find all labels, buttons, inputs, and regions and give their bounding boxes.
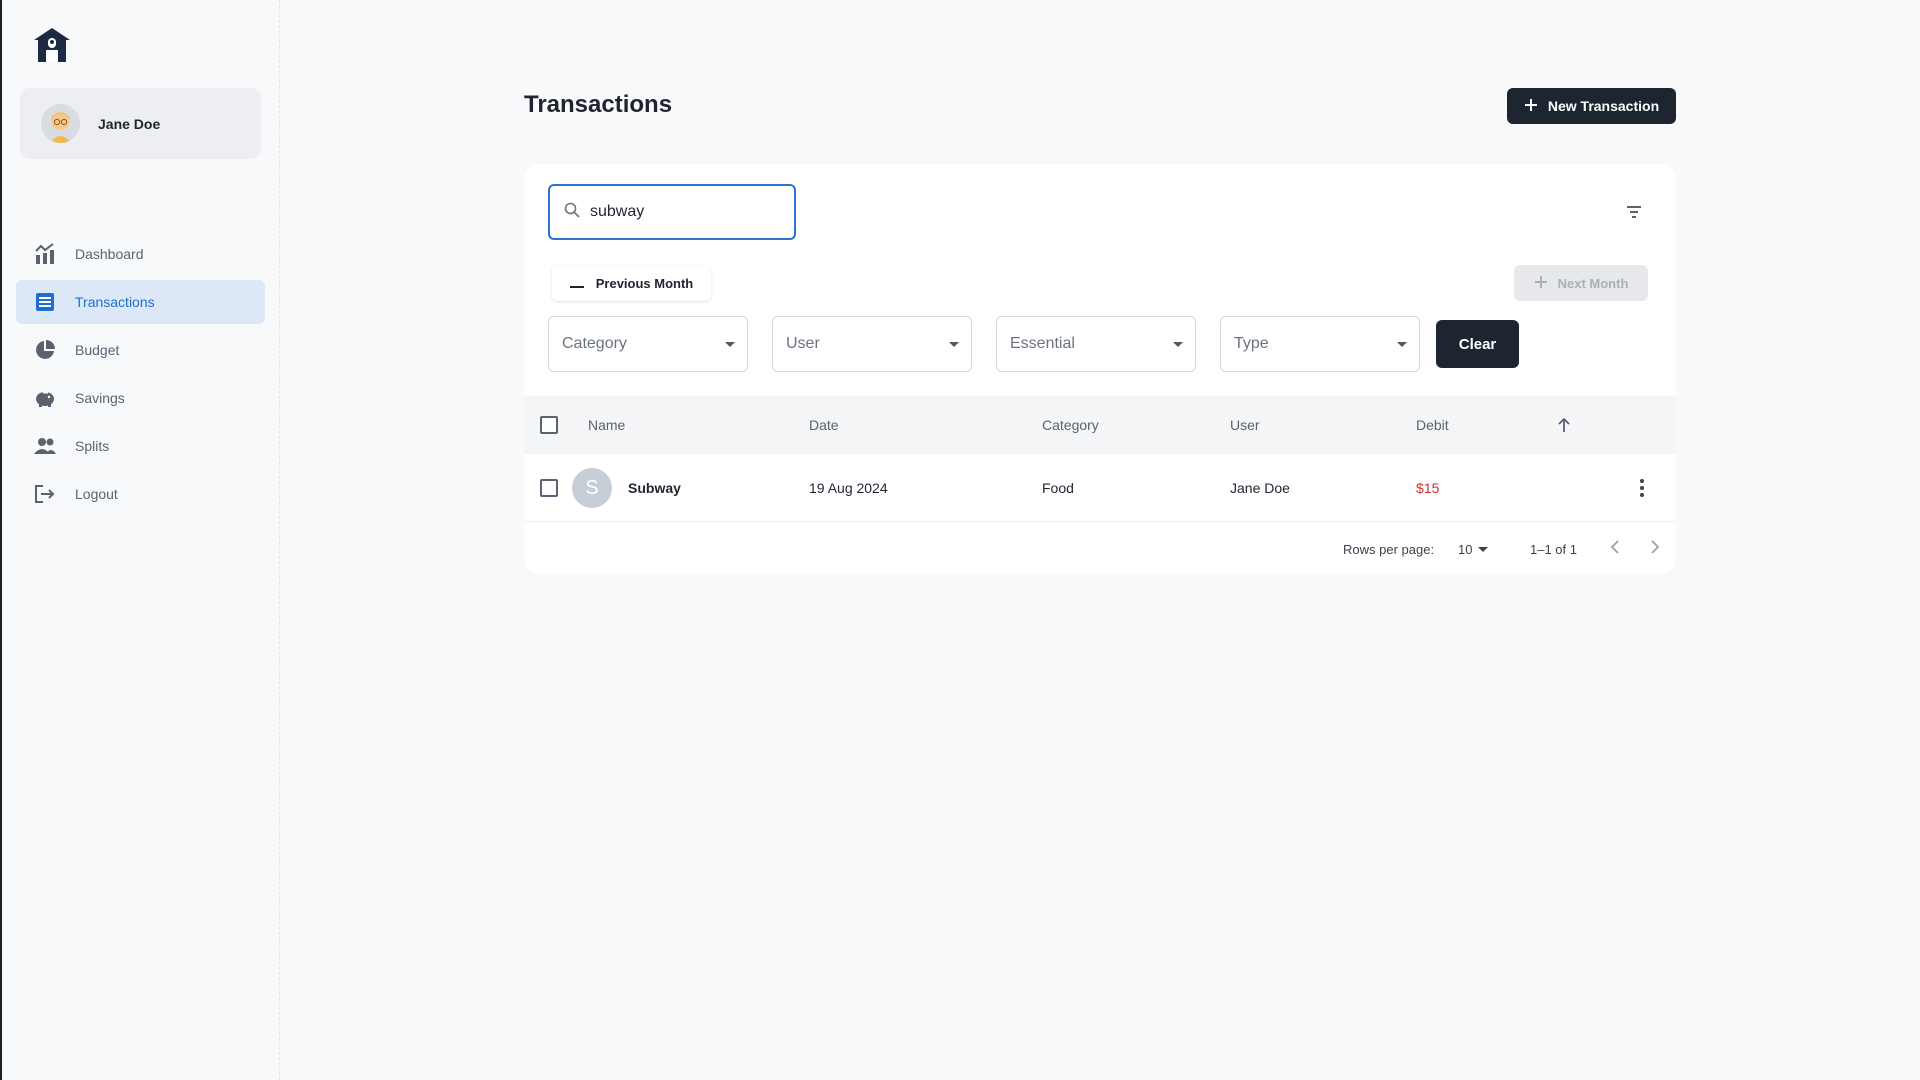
type-select-label: Type: [1234, 335, 1269, 352]
table-header: Name Date Category User Debit: [524, 396, 1676, 454]
rows-per-page-label: Rows per page:: [1343, 542, 1435, 557]
search-icon: [564, 202, 580, 223]
filter-icon[interactable]: [1623, 201, 1645, 223]
table-pagination: Rows per page: 10 1–1 of 1: [524, 522, 1676, 574]
cell-name: Subway: [628, 480, 681, 496]
avatar: S: [572, 468, 612, 508]
table-row[interactable]: S Subway 19 Aug 2024 Food Jane Doe $15: [524, 454, 1676, 522]
user-profile-card[interactable]: Jane Doe: [20, 88, 261, 159]
sidebar-item-budget[interactable]: Budget: [16, 328, 265, 372]
category-select[interactable]: Category: [548, 316, 748, 372]
sidebar-item-label: Dashboard: [75, 246, 144, 262]
sidebar-item-transactions[interactable]: Transactions: [16, 280, 265, 324]
column-header-user[interactable]: User: [1230, 417, 1260, 433]
search-input[interactable]: [590, 203, 770, 221]
user-select-label: User: [786, 335, 820, 352]
column-header-date[interactable]: Date: [809, 417, 839, 433]
caret-down-icon: [1478, 546, 1489, 552]
more-options-icon[interactable]: [1634, 476, 1650, 500]
next-month-label: Next Month: [1557, 275, 1629, 291]
essential-select[interactable]: Essential: [996, 316, 1196, 372]
profile-name: Jane Doe: [98, 115, 161, 132]
sidebar-item-splits[interactable]: Splits: [16, 424, 265, 468]
caret-down-icon: [1397, 342, 1407, 347]
list-icon: [34, 291, 56, 313]
clear-filters-button[interactable]: Clear: [1436, 320, 1519, 368]
sidebar-item-label: Splits: [75, 438, 110, 454]
people-icon: [34, 435, 56, 457]
cell-date: 19 Aug 2024: [809, 480, 888, 496]
avatar: [41, 104, 80, 143]
previous-month-label: Previous Month: [595, 275, 694, 291]
caret-down-icon: [725, 342, 735, 347]
transactions-card: Previous Month Next Month Category User …: [524, 164, 1676, 574]
pie-icon: [34, 339, 56, 361]
new-transaction-button[interactable]: New Transaction: [1507, 88, 1676, 124]
piggy-bank-icon: [34, 387, 56, 409]
rows-per-page-value: 10: [1458, 541, 1473, 557]
sidebar-item-dashboard[interactable]: Dashboard: [16, 232, 265, 276]
chart-icon: [34, 243, 56, 265]
house-logo-icon[interactable]: [32, 26, 72, 64]
cell-category: Food: [1042, 480, 1074, 496]
row-checkbox[interactable]: [540, 479, 558, 497]
sidebar-item-savings[interactable]: Savings: [16, 376, 265, 420]
chevron-left-icon[interactable]: [1608, 538, 1622, 559]
column-header-name[interactable]: Name: [588, 417, 625, 433]
caret-down-icon: [949, 342, 959, 347]
search-box[interactable]: [548, 184, 796, 240]
previous-month-button[interactable]: Previous Month: [552, 265, 711, 301]
next-month-button[interactable]: Next Month: [1514, 265, 1648, 301]
minus-icon: [569, 276, 584, 291]
new-transaction-label: New Transaction: [1547, 98, 1660, 114]
category-select-label: Category: [562, 335, 627, 352]
chevron-right-icon[interactable]: [1648, 538, 1662, 559]
plus-icon: [1524, 98, 1538, 115]
essential-select-label: Essential: [1010, 335, 1075, 352]
pagination-range: 1–1 of 1: [1530, 542, 1577, 557]
sidebar-item-logout[interactable]: Logout: [16, 472, 265, 516]
sidebar-item-label: Transactions: [75, 294, 155, 310]
rows-per-page-select[interactable]: 10: [1458, 537, 1498, 561]
sidebar-nav: Dashboard Transactions Budget Savings Sp…: [16, 232, 265, 520]
sidebar-item-label: Savings: [75, 390, 125, 406]
column-header-category[interactable]: Category: [1042, 417, 1099, 433]
sidebar-item-label: Budget: [75, 342, 120, 358]
column-header-debit[interactable]: Debit: [1416, 417, 1449, 433]
type-select[interactable]: Type: [1220, 316, 1420, 372]
select-all-checkbox[interactable]: [540, 416, 558, 434]
logout-icon: [34, 483, 56, 505]
caret-down-icon: [1173, 342, 1183, 347]
sidebar-item-label: Logout: [75, 486, 118, 502]
cell-user: Jane Doe: [1230, 480, 1290, 496]
sort-arrow-up-icon[interactable]: [1557, 417, 1571, 436]
cell-debit: $15: [1416, 480, 1440, 496]
plus-icon: [1534, 275, 1548, 292]
page-title: Transactions: [524, 91, 673, 118]
user-select[interactable]: User: [772, 316, 972, 372]
sidebar: Jane Doe Dashboard Transactions Budget S…: [2, 0, 280, 1080]
